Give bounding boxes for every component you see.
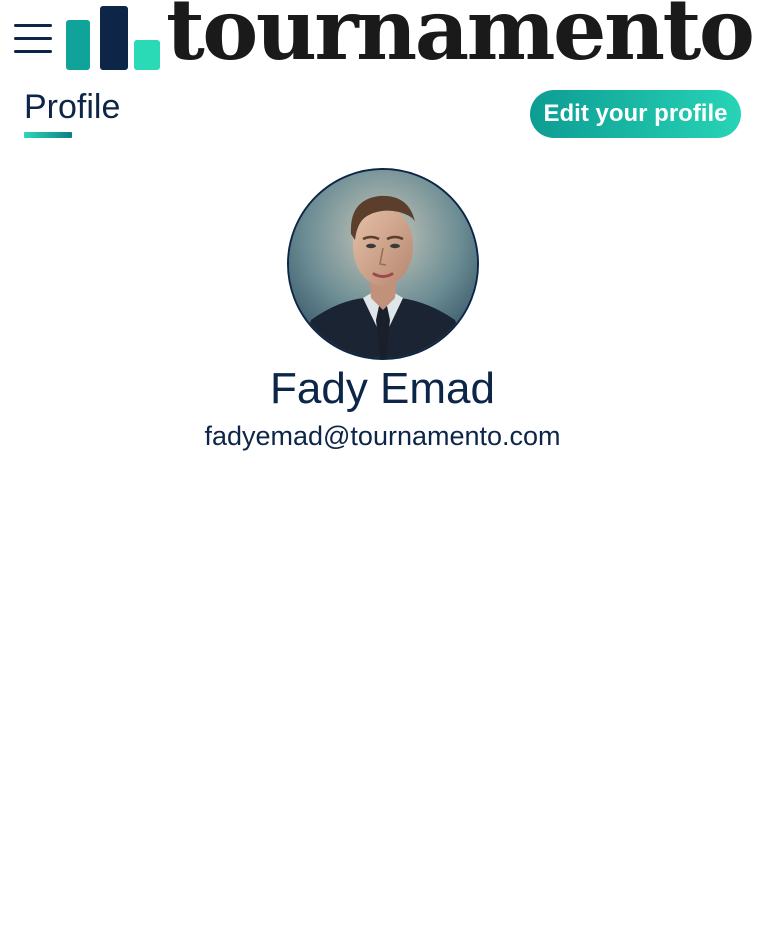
edit-profile-button[interactable]: Edit your profile: [530, 90, 741, 138]
bar-chart-logo-icon: [66, 6, 160, 70]
hamburger-menu-icon[interactable]: [12, 20, 54, 58]
profile-photo: [289, 170, 477, 358]
user-email: fadyemad@tournamento.com: [204, 421, 561, 451]
logo-wordmark: tournamento: [166, 0, 755, 79]
title-underline: [24, 132, 72, 138]
page-title: Profile: [24, 88, 121, 126]
user-name: Fady Emad: [270, 364, 495, 413]
avatar: [287, 168, 479, 360]
app-header: tournamento: [0, 0, 765, 80]
tournamento-logo[interactable]: tournamento: [66, 0, 761, 74]
